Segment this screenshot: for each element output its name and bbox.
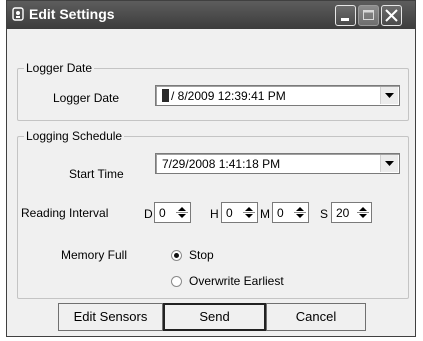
logger-date-value-text: / 8/2009 12:39:41 PM xyxy=(171,89,286,103)
radio-selected-dot xyxy=(174,253,179,258)
memory-full-stop-label[interactable]: Stop xyxy=(189,248,214,262)
close-button[interactable] xyxy=(381,5,402,26)
spin-up-down-icon xyxy=(357,207,369,218)
interval-seconds-unit-label: S xyxy=(320,207,329,221)
logger-date-group-legend: Logger Date xyxy=(26,61,93,75)
spin-up-down-icon xyxy=(243,207,255,218)
maximize-button[interactable] xyxy=(358,5,379,26)
start-time-label: Start Time xyxy=(69,167,124,181)
send-button[interactable]: Send xyxy=(163,303,266,331)
edit-sensors-button[interactable]: Edit Sensors xyxy=(58,303,163,331)
chevron-down-icon xyxy=(385,93,394,98)
maximize-icon xyxy=(363,10,374,20)
memory-full-stop-radio[interactable] xyxy=(171,250,182,261)
minimize-button[interactable] xyxy=(335,5,356,26)
interval-minutes-stepper[interactable]: 0 xyxy=(272,202,309,223)
interval-days-value: 0 xyxy=(159,206,166,220)
app-window-icon xyxy=(12,7,24,21)
memory-full-overwrite-radio[interactable] xyxy=(171,276,182,287)
text-cursor-icon xyxy=(162,89,169,102)
interval-days-unit-label: D xyxy=(144,207,153,221)
memory-full-overwrite-label[interactable]: Overwrite Earliest xyxy=(189,274,284,288)
spin-up-down-icon xyxy=(294,207,306,218)
start-time-picker[interactable]: 7/29/2008 1:41:18 PM xyxy=(155,153,400,174)
interval-seconds-value: 20 xyxy=(336,206,350,220)
close-icon xyxy=(385,9,398,22)
edit-settings-window: Edit Settings Logger Date Logger Date / … xyxy=(6,0,416,337)
window-title: Edit Settings xyxy=(29,6,115,22)
interval-minutes-value: 0 xyxy=(277,206,284,220)
chevron-down-icon xyxy=(385,161,394,166)
interval-seconds-stepper[interactable]: 20 xyxy=(331,202,372,223)
start-time-dropdown-button[interactable] xyxy=(380,155,398,172)
interval-seconds-spin-arrows[interactable] xyxy=(356,204,370,221)
logger-date-label: Logger Date xyxy=(53,91,120,105)
cancel-button[interactable]: Cancel xyxy=(266,303,366,331)
minimize-icon xyxy=(341,18,349,21)
title-bar[interactable]: Edit Settings xyxy=(7,1,415,29)
interval-minutes-spin-arrows[interactable] xyxy=(293,204,307,221)
interval-minutes-unit-label: M xyxy=(260,207,270,221)
memory-full-label: Memory Full xyxy=(61,248,128,262)
logger-date-value: / 8/2009 12:39:41 PM xyxy=(162,89,286,103)
spin-up-down-icon xyxy=(176,207,188,218)
logger-date-dropdown-button[interactable] xyxy=(380,87,398,104)
logger-date-picker[interactable]: / 8/2009 12:39:41 PM xyxy=(155,85,400,106)
interval-hours-spin-arrows[interactable] xyxy=(242,204,256,221)
start-time-value: 7/29/2008 1:41:18 PM xyxy=(162,157,281,171)
reading-interval-label: Reading Interval xyxy=(21,206,109,220)
interval-hours-value: 0 xyxy=(226,206,233,220)
interval-days-stepper[interactable]: 0 xyxy=(154,202,191,223)
interval-hours-stepper[interactable]: 0 xyxy=(221,202,258,223)
interval-days-spin-arrows[interactable] xyxy=(175,204,189,221)
logging-schedule-group-legend: Logging Schedule xyxy=(26,129,123,143)
interval-hours-unit-label: H xyxy=(210,207,219,221)
